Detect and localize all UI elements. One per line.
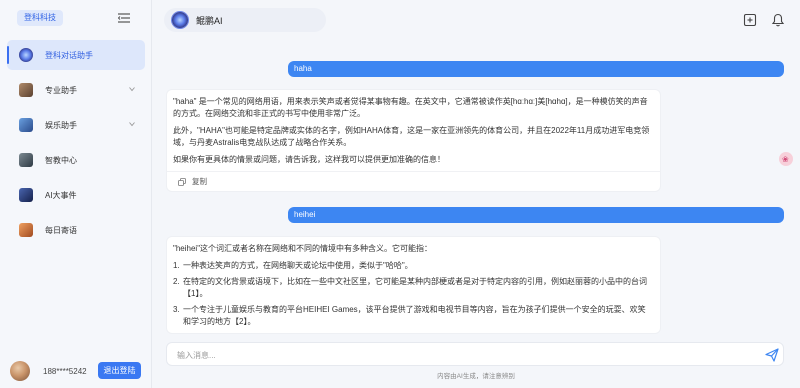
chevron-down-icon xyxy=(129,122,135,127)
daily-message-icon xyxy=(19,223,33,237)
list-number: 3. xyxy=(173,305,180,314)
menu-toggle-icon[interactable] xyxy=(118,13,130,23)
list-item: 1. 一种表达笑声的方式，在网络聊天或论坛中使用，类似于"哈哈"。 xyxy=(173,260,652,272)
bot-message: "haha" 是一个常见的网络用语，用来表示笑声或者觉得某事物有趣。在英文中，它… xyxy=(166,89,661,192)
sidebar-item-label: 每日寄语 xyxy=(45,225,77,235)
sidebar-item-label: 智教中心 xyxy=(45,155,77,165)
sidebar-item-daily-message[interactable]: 每日寄语 xyxy=(7,215,145,245)
list-item: 2. 在特定的文化背景或语境下，比如在一些中文社区里，它可能是某种内部梗或者是对… xyxy=(173,276,652,300)
svg-text:❀: ❀ xyxy=(782,155,789,164)
sidebar-item-entertainment[interactable]: 娱乐助手 xyxy=(7,110,145,140)
copy-label: 复制 xyxy=(192,177,207,186)
floating-helper-button[interactable]: ❀ xyxy=(779,152,793,166)
list-text: 一种表达笑声的方式，在网络聊天或论坛中使用，类似于"哈哈"。 xyxy=(183,261,413,270)
user-message: haha xyxy=(288,61,784,77)
bot-message-paragraph: "haha" 是一个常见的网络用语，用来表示笑声或者觉得某事物有趣。在英文中，它… xyxy=(173,97,648,118)
assistant-icon xyxy=(19,48,33,62)
new-chat-icon[interactable] xyxy=(743,13,757,27)
list-number: 2. xyxy=(173,277,180,286)
bot-message-paragraph: 如果你有更具体的情景或问题，请告诉我，这样我可以提供更加准确的信息！ xyxy=(173,155,445,164)
list-text: 在特定的文化背景或语境下，比如在一些中文社区里，它可能是某种内部梗或者是对于特定… xyxy=(183,277,647,298)
user-area: 188****5242 退出登陆 xyxy=(0,358,152,388)
bot-header[interactable]: 鲲鹏AI xyxy=(164,8,326,32)
professional-icon xyxy=(19,83,33,97)
bot-logo-icon xyxy=(172,12,188,28)
education-icon xyxy=(19,153,33,167)
message-composer xyxy=(166,342,784,366)
sidebar-nav: 登科对话助手 专业助手 娱乐助手 智教中心 AI大事件 每日寄语 xyxy=(7,40,145,250)
ai-disclaimer: 内容由AI生成，请注意辨别 xyxy=(437,373,515,380)
chevron-down-icon xyxy=(129,87,135,92)
bot-name: 鲲鹏AI xyxy=(196,15,223,26)
copy-button[interactable]: 复制 xyxy=(167,171,660,191)
sidebar: 登科科技 登科对话助手 专业助手 娱乐助手 智教中心 AI大事件 每日寄语 18… xyxy=(0,0,152,388)
sidebar-item-label: 娱乐助手 xyxy=(45,120,77,130)
sidebar-item-ai-events[interactable]: AI大事件 xyxy=(7,180,145,210)
chat-main: 鲲鹏AI haha "haha" 是一个常见的网络用语，用来表示笑声或者觉得某事… xyxy=(152,0,800,388)
sidebar-item-professional[interactable]: 专业助手 xyxy=(7,75,145,105)
notification-bell-icon[interactable] xyxy=(771,13,785,27)
send-icon[interactable] xyxy=(764,347,780,363)
user-phone: 188****5242 xyxy=(43,367,87,376)
avatar[interactable] xyxy=(10,361,30,381)
list-text: 一个专注于儿童娱乐与教育的平台HEIHEI Games，该平台提供了游戏和电视节… xyxy=(183,305,646,326)
sidebar-item-label: AI大事件 xyxy=(45,190,77,200)
brand-badge[interactable]: 登科科技 xyxy=(17,10,63,26)
ai-events-icon xyxy=(19,188,33,202)
bot-message-intro: "heihei"这个词汇或者名称在网络和不同的情境中有多种含义。它可能指： xyxy=(173,244,433,253)
sidebar-item-education[interactable]: 智教中心 xyxy=(7,145,145,175)
copy-icon xyxy=(178,177,186,186)
sidebar-item-assistant[interactable]: 登科对话助手 xyxy=(7,40,145,70)
bot-message: "heihei"这个词汇或者名称在网络和不同的情境中有多种含义。它可能指： 1.… xyxy=(166,236,661,334)
list-number: 1. xyxy=(173,261,180,270)
entertainment-icon xyxy=(19,118,33,132)
sidebar-item-label: 专业助手 xyxy=(45,85,77,95)
list-item: 3. 一个专注于儿童娱乐与教育的平台HEIHEI Games，该平台提供了游戏和… xyxy=(173,304,652,328)
sidebar-item-label: 登科对话助手 xyxy=(45,50,93,60)
logout-button[interactable]: 退出登陆 xyxy=(98,362,141,379)
user-message: heihei xyxy=(288,207,784,223)
message-input[interactable] xyxy=(177,347,737,363)
helper-icon: ❀ xyxy=(782,155,789,164)
bot-message-paragraph: 此外，"HAHA"也可能是特定品牌或实体的名字，例如HAHA体育，这是一家在亚洲… xyxy=(173,126,650,147)
